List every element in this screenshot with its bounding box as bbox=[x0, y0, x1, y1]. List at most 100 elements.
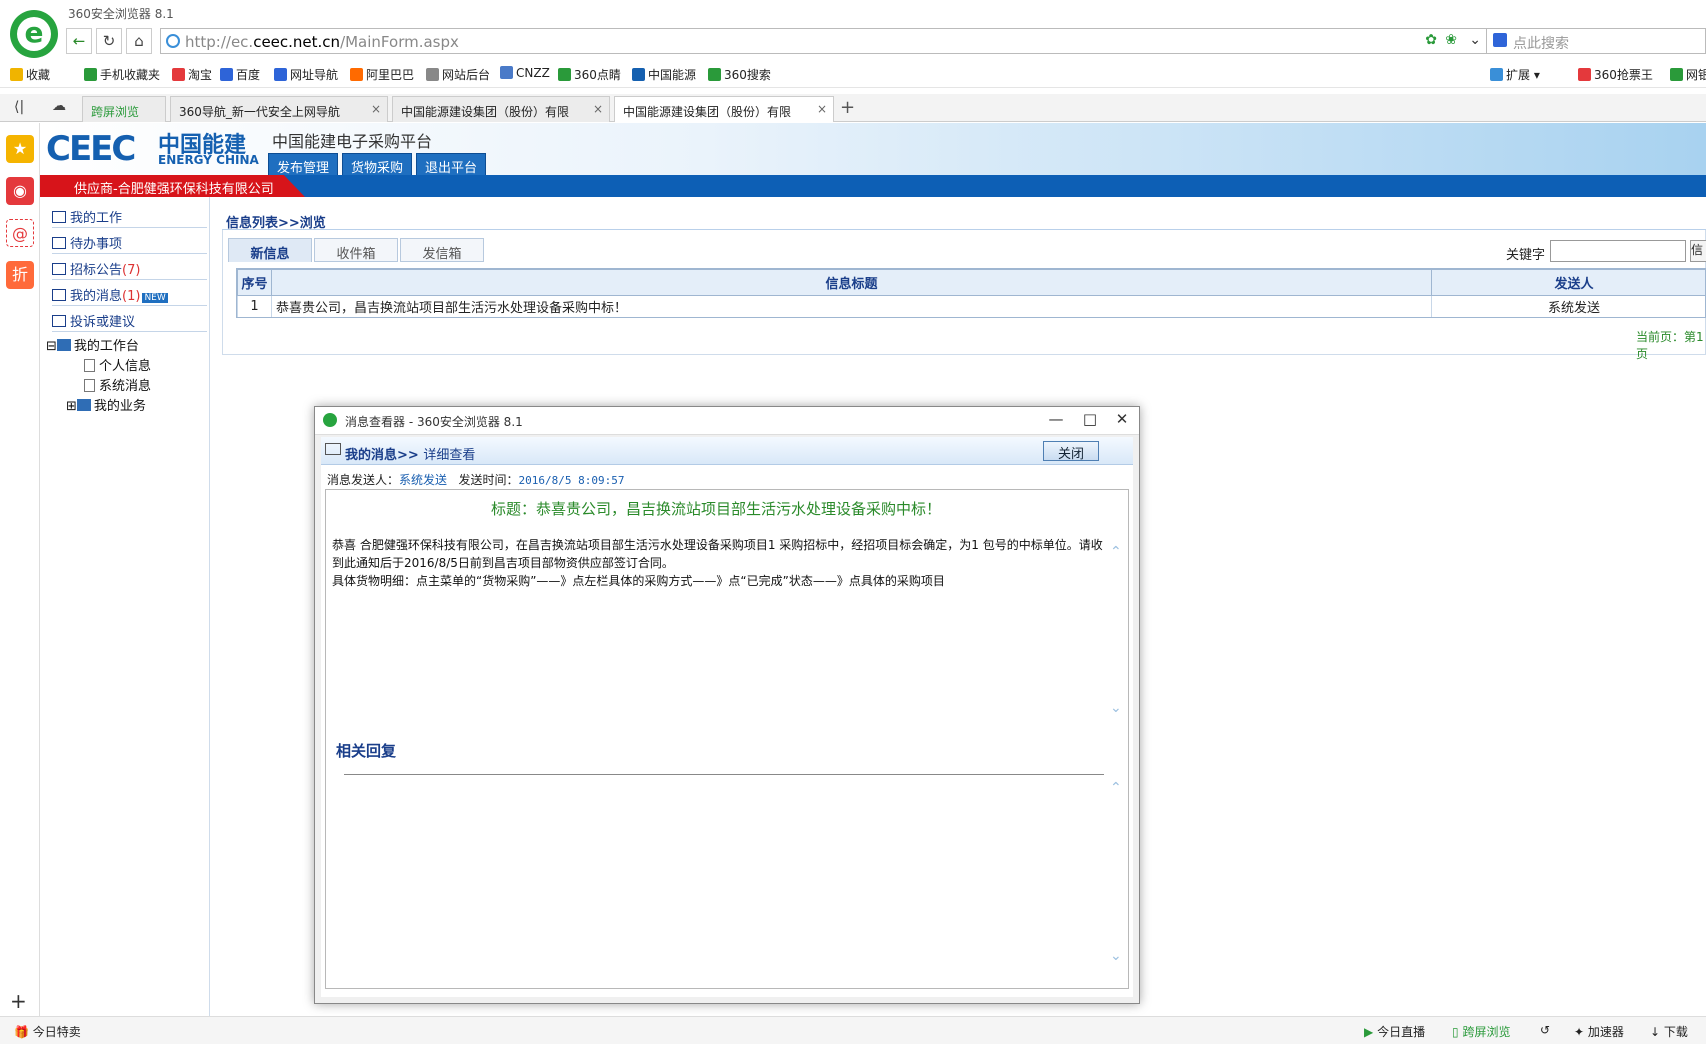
document-icon bbox=[84, 379, 95, 392]
chevron-down-icon[interactable]: ⌄ bbox=[1469, 32, 1481, 48]
keyword-input[interactable] bbox=[1550, 240, 1686, 262]
status-live[interactable]: ▶ 今日直播 bbox=[1364, 1023, 1425, 1040]
sender-info: 消息发送人：系统发送 发送时间：2016/8/5 8:09:57 bbox=[327, 473, 625, 487]
col-title: 信息标题 bbox=[271, 269, 1432, 296]
row-sender: 系统发送 bbox=[1431, 295, 1705, 317]
refresh-button[interactable]: ↻ bbox=[96, 28, 122, 54]
menu-complaint[interactable]: 投诉或建议 bbox=[52, 311, 135, 330]
browser-logo-icon[interactable]: e bbox=[10, 10, 58, 58]
url-input[interactable]: http://ec.ceec.net.cn/MainForm.aspx ✿ ❀ … bbox=[160, 28, 1488, 54]
popup-toolbar: 我的消息>> 详细查看 关闭 bbox=[321, 437, 1133, 465]
popup-body: 我的消息>> 详细查看 关闭 消息发送人：系统发送 发送时间：2016/8/5 … bbox=[321, 437, 1133, 997]
col-sender: 发送人 bbox=[1431, 269, 1705, 296]
discount-icon[interactable]: 折 bbox=[6, 261, 34, 289]
new-badge: NEW bbox=[142, 293, 168, 303]
tab-inbox[interactable]: 收件箱 bbox=[314, 238, 398, 262]
status-cross-screen[interactable]: ▯ 跨屏浏览 bbox=[1452, 1023, 1510, 1040]
supplier-name: 供应商-合肥健强环保科技有限公司 bbox=[40, 175, 305, 197]
weibo-icon[interactable]: ◉ bbox=[6, 177, 34, 205]
bookmark-item[interactable]: 网址导航 bbox=[274, 66, 338, 83]
browser-sidebar: ★ ◉ @ 折 + bbox=[0, 123, 40, 1016]
col-no: 序号 bbox=[237, 269, 272, 296]
message-viewer-window: 消息查看器 - 360安全浏览器 8.1 — □ ✕ 我的消息>> 详细查看 关… bbox=[314, 406, 1140, 1004]
scroll-down-icon[interactable]: ⌄ bbox=[1110, 948, 1122, 964]
status-download[interactable]: ↓ 下载 bbox=[1650, 1023, 1688, 1040]
new-tab-button[interactable]: + bbox=[840, 97, 855, 118]
star-icon[interactable]: ★ bbox=[6, 135, 34, 163]
tab-ceec-active[interactable]: 中国能源建设集团（股份）有限 × bbox=[614, 96, 834, 122]
bookmark-icon bbox=[274, 68, 287, 81]
keyword-label: 关键字 bbox=[1506, 248, 1546, 263]
search-input[interactable]: 点此搜索 bbox=[1486, 28, 1706, 54]
bookmark-item[interactable]: 360点睛 bbox=[558, 66, 621, 83]
sidebar-toggle-icon[interactable]: ⟨| bbox=[14, 99, 24, 115]
bookmark-item[interactable]: 淘宝 bbox=[172, 66, 212, 83]
tree-personal-info[interactable]: 个人信息 bbox=[84, 355, 151, 374]
tab-ceec-1[interactable]: 中国能源建设集团（股份）有限 × bbox=[392, 96, 610, 122]
bookmark-icon bbox=[84, 68, 97, 81]
platform-title: 中国能建电子采购平台 bbox=[272, 132, 433, 151]
cloud-icon[interactable]: ☁ bbox=[52, 98, 66, 114]
bookmark-item[interactable]: 手机收藏夹 bbox=[84, 66, 160, 83]
close-icon[interactable]: × bbox=[371, 102, 381, 116]
daily-deals[interactable]: 🎁 今日特卖 bbox=[14, 1023, 81, 1040]
safe-icon[interactable]: ✿ bbox=[1425, 32, 1437, 48]
bookmark-icon bbox=[500, 66, 513, 79]
status-history-icon[interactable]: ↺ bbox=[1540, 1023, 1550, 1037]
bookmark-item[interactable]: 网站后台 bbox=[426, 66, 490, 83]
tree-my-business[interactable]: ⊞ 我的业务 bbox=[66, 395, 146, 414]
close-icon[interactable]: × bbox=[593, 102, 603, 116]
tab-cross-screen[interactable]: 跨屏浏览 bbox=[82, 96, 166, 122]
bookmark-icon bbox=[350, 68, 363, 81]
leaf-icon[interactable]: ❀ bbox=[1445, 32, 1457, 48]
add-icon[interactable]: + bbox=[10, 989, 27, 1013]
supplier-bar: 供应商-合肥健强环保科技有限公司 bbox=[40, 175, 1706, 197]
bookmark-item[interactable]: 360搜索 bbox=[708, 66, 771, 83]
back-button[interactable]: ← bbox=[66, 28, 92, 54]
close-icon[interactable]: × bbox=[817, 102, 827, 116]
document-icon bbox=[84, 359, 95, 372]
menu-goods[interactable]: 货物采购 bbox=[342, 153, 413, 176]
close-window-button[interactable]: ✕ bbox=[1105, 407, 1139, 433]
tree-workbench[interactable]: ⊟ 我的工作台 bbox=[46, 335, 139, 354]
table-row[interactable]: 1 恭喜贵公司，昌吉换流站项目部生活污水处理设备采购中标！ 系统发送 bbox=[237, 295, 1705, 317]
menu-tender-notice[interactable]: 招标公告(7) bbox=[52, 259, 140, 278]
bookmark-icon bbox=[426, 68, 439, 81]
bookmark-item[interactable]: 中国能源 bbox=[632, 66, 696, 83]
menu-todo[interactable]: 待办事项 bbox=[52, 233, 122, 252]
menu-publish[interactable]: 发布管理 bbox=[268, 153, 339, 176]
bookmark-bank[interactable]: 网银 bbox=[1670, 66, 1706, 83]
menu-my-work[interactable]: 我的工作 bbox=[52, 207, 122, 226]
email-icon[interactable]: @ bbox=[6, 219, 34, 247]
scroll-up-icon[interactable]: ⌃ bbox=[1110, 544, 1122, 560]
status-accelerator[interactable]: ✦ 加速器 bbox=[1574, 1023, 1624, 1040]
address-row: ← ↻ ⌂ http://ec.ceec.net.cn/MainForm.asp… bbox=[66, 28, 1706, 56]
row-title[interactable]: 恭喜贵公司，昌吉换流站项目部生活污水处理设备采购中标！ bbox=[271, 295, 1432, 317]
tab-new-info[interactable]: 新信息 bbox=[228, 238, 312, 262]
bookmark-extension[interactable]: 扩展 ▾ bbox=[1490, 66, 1540, 83]
tree-system-message[interactable]: 系统消息 bbox=[84, 375, 151, 394]
close-button[interactable]: 关闭 bbox=[1043, 441, 1099, 462]
keyword-search-button[interactable]: 信 bbox=[1690, 240, 1706, 262]
scroll-down-icon[interactable]: ⌄ bbox=[1110, 700, 1122, 716]
maximize-button[interactable]: □ bbox=[1073, 407, 1107, 433]
scroll-up-icon[interactable]: ⌃ bbox=[1110, 780, 1122, 796]
message-content: 标题：恭喜贵公司，昌吉换流站项目部生活污水处理设备采购中标！ 恭喜 合肥健强环保… bbox=[325, 489, 1129, 989]
message-title: 标题：恭喜贵公司，昌吉换流站项目部生活污水处理设备采购中标！ bbox=[490, 500, 941, 518]
minimize-button[interactable]: — bbox=[1039, 407, 1073, 433]
bookmark-item[interactable]: 阿里巴巴 bbox=[350, 66, 414, 83]
bookmark-ticket[interactable]: 360抢票王 bbox=[1578, 66, 1653, 83]
home-button[interactable]: ⌂ bbox=[126, 28, 152, 54]
site-header: CEEC 中国能建 ENERGY CHINA 中国能建电子采购平台 发布管理 货… bbox=[40, 123, 1706, 176]
row-no: 1 bbox=[237, 295, 272, 317]
tab-outbox[interactable]: 发信箱 bbox=[400, 238, 484, 262]
menu-my-messages[interactable]: 我的消息(1) NEW bbox=[52, 285, 168, 304]
tab-360-nav[interactable]: 360导航_新一代安全上网导航 × bbox=[170, 96, 388, 122]
bookmark-item[interactable]: CNZZ bbox=[500, 66, 550, 80]
left-menu: 我的工作 待办事项 招标公告(7) 我的消息(1) NEW 投诉或建议 ⊟ 我的工作… bbox=[40, 197, 210, 1016]
message-body: 恭喜 合肥健强环保科技有限公司，在昌吉换流站项目部生活污水处理设备采购项目1 采… bbox=[332, 536, 1112, 590]
bookmark-item[interactable]: 百度 bbox=[220, 66, 260, 83]
menu-exit[interactable]: 退出平台 bbox=[416, 153, 487, 176]
bookmark-item[interactable]: 收藏 bbox=[10, 66, 50, 83]
baidu-icon bbox=[1493, 33, 1507, 47]
